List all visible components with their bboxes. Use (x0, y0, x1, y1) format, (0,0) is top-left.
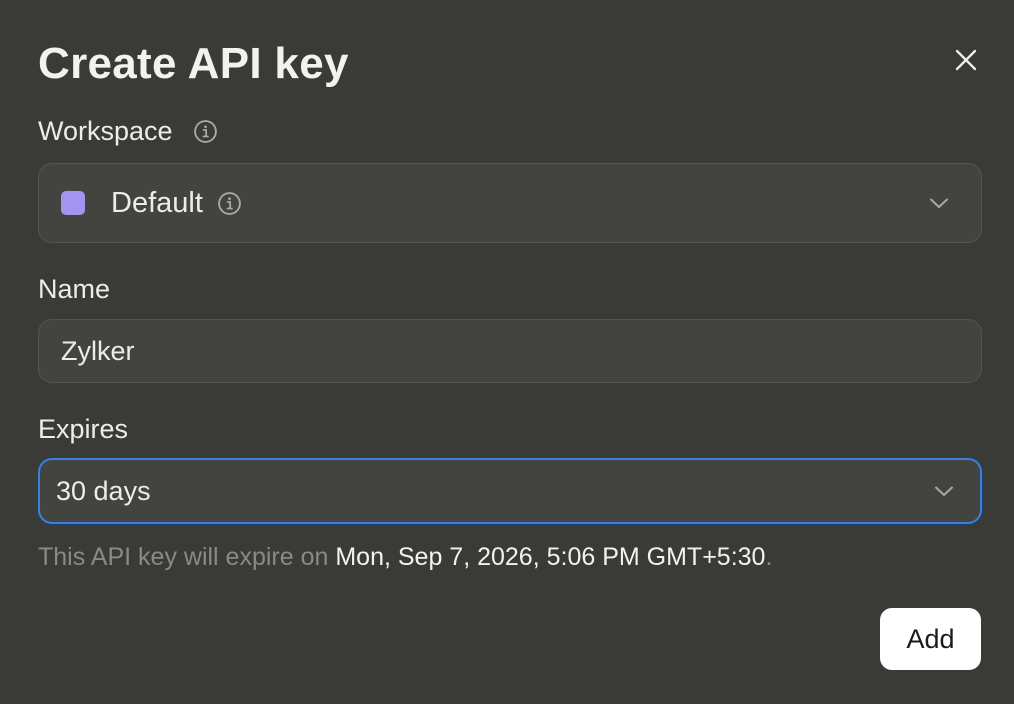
expiry-hint-prefix: This API key will expire on (38, 543, 336, 571)
expiry-hint-suffix: . (765, 543, 773, 571)
workspace-color-swatch (61, 191, 85, 215)
workspace-label-row: Workspace (38, 114, 218, 148)
close-icon (955, 49, 977, 71)
expiry-hint: This API key will expire on Mon, Sep 7, … (38, 540, 772, 574)
create-api-key-dialog: Create API key Workspace Default Name Zy… (0, 0, 1014, 704)
workspace-label: Workspace (38, 116, 173, 146)
name-label: Name (38, 274, 111, 304)
expires-label: Expires (38, 414, 129, 444)
info-icon (193, 119, 217, 143)
name-input-value: Zylker (61, 335, 135, 366)
workspace-chevron-down-icon (927, 191, 951, 215)
default-workspace-info-icon[interactable] (217, 191, 242, 216)
add-button[interactable]: Add (880, 608, 981, 670)
close-button[interactable] (948, 42, 984, 78)
expires-select[interactable]: 30 days (38, 458, 982, 524)
name-input[interactable]: Zylker (38, 319, 982, 383)
info-icon (218, 191, 241, 215)
expires-chevron-down-icon (932, 479, 956, 503)
expiry-date: Mon, Sep 7, 2026, 5:06 PM GMT+5:30 (335, 543, 766, 571)
workspace-selected-value: Default (111, 186, 203, 219)
workspace-select[interactable]: Default (38, 163, 982, 243)
dialog-title: Create API key (38, 39, 349, 88)
workspace-info-icon[interactable] (193, 119, 218, 144)
expires-selected-value: 30 days (56, 475, 151, 506)
